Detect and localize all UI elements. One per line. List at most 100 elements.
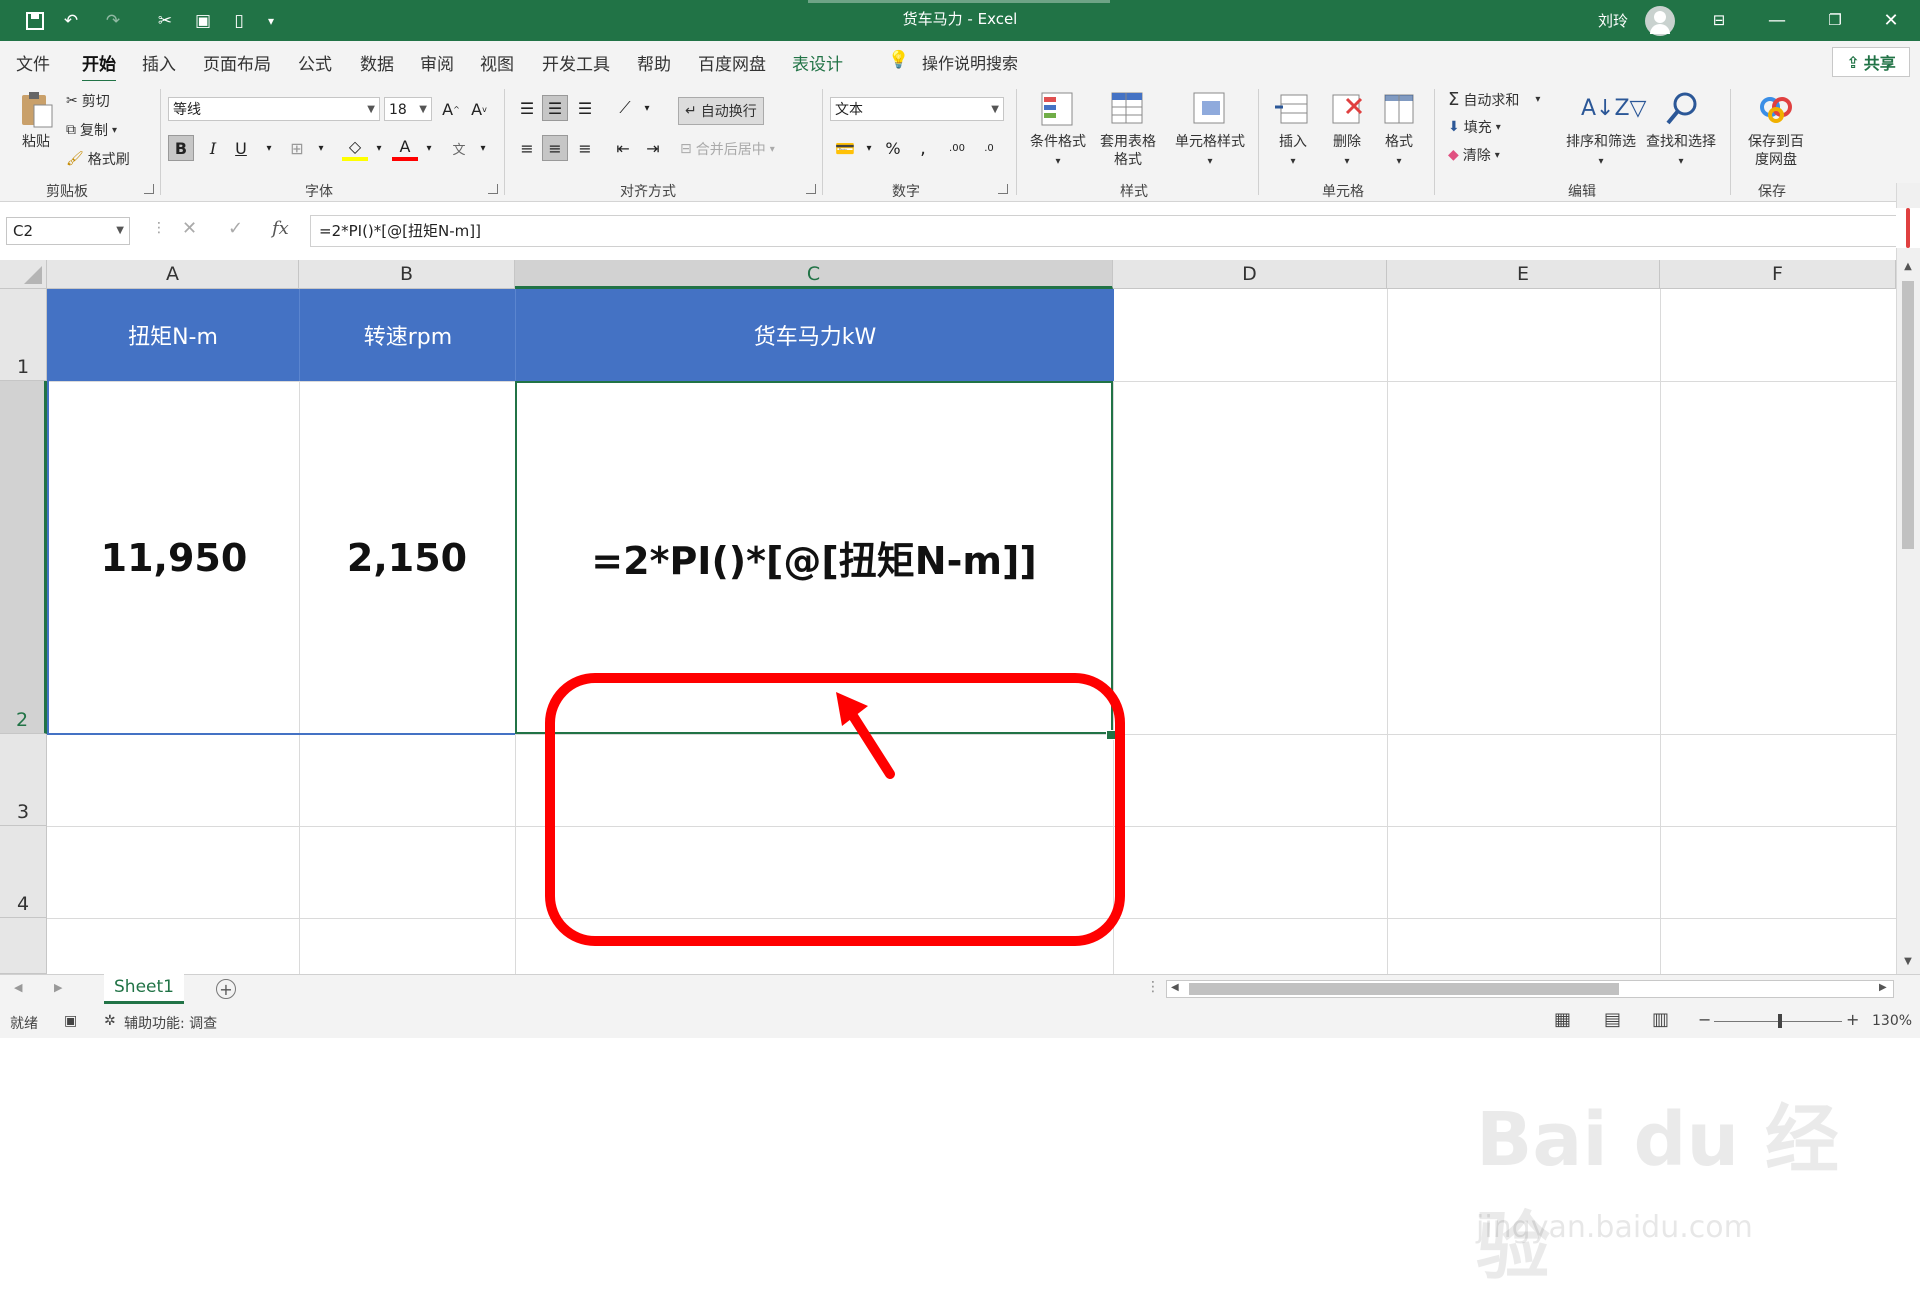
close-icon[interactable]: ✕ [1866,6,1916,34]
increase-font-icon[interactable]: A ^ [438,96,464,122]
currency-icon[interactable]: 💳 [832,135,858,161]
save-to-baidu-button[interactable]: 保存到百度网盘 [1740,89,1812,169]
align-middle-icon[interactable]: ☰ [542,95,568,121]
underline-dropdown-icon[interactable]: ▾ [256,135,282,161]
tell-me-search[interactable]: 操作说明搜索 [922,50,1018,74]
increase-decimal-icon[interactable]: .00 [944,135,970,161]
font-name-select[interactable]: 等线 ▼ [168,97,380,121]
align-bottom-icon[interactable]: ☰ [572,95,598,121]
row-header-4[interactable]: 4 [0,826,47,918]
currency-dropdown-icon[interactable]: ▾ [856,135,882,161]
tab-view[interactable]: 视图 [480,50,514,75]
column-header-d[interactable]: D [1113,260,1387,289]
zoom-slider-thumb[interactable] [1778,1014,1782,1028]
split-grip-icon[interactable]: ⋮ [1146,979,1160,995]
column-header-c[interactable]: C [515,260,1113,289]
clipboard-launcher[interactable] [144,184,154,194]
font-launcher[interactable] [488,184,498,194]
format-as-table-button[interactable]: 套用表格格式 [1090,89,1166,169]
sort-filter-button[interactable]: A↓Z▽ 排序和筛选 ▾ [1562,89,1646,171]
share-button[interactable]: ⇪ 共享 [1832,47,1910,77]
table-header-cell[interactable]: 货车马力kW [515,289,1114,381]
add-sheet-icon[interactable]: + [216,979,236,999]
worksheet-grid[interactable]: A B C D E F 1 2 3 4 扭矩N-m 转速rpm 货车马力kW 1… [0,260,1896,1290]
cut-button[interactable]: ✂ 剪切 [66,91,110,111]
table-cell[interactable]: 2,150 [299,381,515,734]
delete-cells-button[interactable]: 删除 ▾ [1322,89,1372,171]
accessibility-status[interactable]: 辅助功能: 调查 [124,1013,217,1033]
tab-insert[interactable]: 插入 [142,50,176,75]
comma-style-icon[interactable]: , [910,135,936,161]
row-header-2[interactable]: 2 [0,381,47,734]
decrease-indent-icon[interactable]: ⇤ [610,135,636,161]
fill-button[interactable]: ⬇ 填充 ▾ [1448,117,1501,137]
decrease-decimal-icon[interactable]: .0 [976,135,1002,161]
underline-button[interactable]: U [228,135,254,161]
font-size-select[interactable]: 18 ▼ [384,97,432,121]
number-launcher[interactable] [998,184,1008,194]
scroll-down-icon[interactable]: ▼ [1901,956,1915,972]
increase-indent-icon[interactable]: ⇥ [640,135,666,161]
zoom-out-icon[interactable]: − [1698,1010,1711,1029]
orientation-dropdown-icon[interactable]: ▾ [634,95,660,121]
horizontal-scrollbar[interactable]: ◀ ▶ [1166,980,1894,998]
name-box[interactable]: C2 ▼ [6,217,130,245]
normal-view-icon[interactable]: ▦ [1554,1009,1571,1030]
cell-styles-button[interactable]: 单元格样式 ▾ [1168,89,1252,171]
bold-button[interactable]: B [168,135,194,161]
scroll-up-icon[interactable]: ▲ [1901,261,1915,277]
row-header-1[interactable]: 1 [0,289,47,381]
merge-center-button[interactable]: ⊟ 合并后居中 ▾ [680,139,775,159]
clear-button[interactable]: ◆ 清除 ▾ [1448,145,1500,165]
autosum-button[interactable]: Σ 自动求和 ▾ [1448,89,1540,110]
vertical-scroll-thumb[interactable] [1902,281,1914,549]
tab-data[interactable]: 数据 [360,50,394,75]
avatar[interactable] [1645,6,1675,36]
select-all-button[interactable] [0,260,47,289]
restore-icon[interactable]: ❐ [1810,6,1860,34]
phonetic-dropdown-icon[interactable]: ▾ [470,135,496,161]
insert-function-button[interactable]: fx [272,218,289,239]
tab-developer[interactable]: 开发工具 [542,50,610,75]
sheet-tab[interactable]: Sheet1 [104,974,184,1004]
tab-help[interactable]: 帮助 [637,50,671,75]
cancel-icon[interactable]: ✕ [182,218,197,239]
accessibility-icon[interactable]: ✲ [104,1013,116,1029]
copy-button[interactable]: ⧉ 复制 ▾ [66,120,117,140]
percent-button[interactable]: % [880,135,906,161]
scroll-left-icon[interactable]: ◀ [1171,982,1179,993]
next-sheet-icon[interactable]: ▶ [54,981,62,994]
formula-input[interactable]: =2*PI()*[@[扭矩N-m]] [310,215,1906,247]
minimize-icon[interactable]: — [1752,6,1802,34]
page-break-view-icon[interactable]: ▥ [1652,1009,1669,1030]
italic-button[interactable]: I [200,135,226,161]
fill-color-icon[interactable]: ◇ [342,135,368,161]
font-color-icon[interactable]: A [392,135,418,161]
table-cell[interactable]: 11,950 [47,381,299,734]
tab-formulas[interactable]: 公式 [298,50,332,75]
column-header-e[interactable]: E [1387,260,1660,289]
number-format-select[interactable]: 文本 ▼ [830,97,1004,121]
prev-sheet-icon[interactable]: ◀ [14,981,22,994]
find-select-button[interactable]: 查找和选择 ▾ [1642,89,1720,171]
ribbon-display-icon[interactable]: ⊟ [1694,6,1744,34]
zoom-in-icon[interactable]: + [1846,1010,1859,1029]
decrease-font-icon[interactable]: Av [466,96,492,122]
horizontal-scroll-thumb[interactable] [1189,983,1619,995]
font-color-dropdown-icon[interactable]: ▾ [416,135,442,161]
enter-check-icon[interactable]: ✓ [228,218,243,239]
scroll-right-icon[interactable]: ▶ [1879,982,1887,993]
row-header-5[interactable] [0,918,47,974]
borders-icon[interactable]: ⊞ [284,135,310,161]
zoom-level[interactable]: 130% [1872,1013,1912,1029]
vertical-scrollbar[interactable]: ▲ ▼ [1896,183,1920,974]
align-top-icon[interactable]: ☰ [514,95,540,121]
tab-page-layout[interactable]: 页面布局 [203,50,271,75]
phonetic-icon[interactable]: 文 [446,135,472,161]
fill-color-dropdown-icon[interactable]: ▾ [366,135,392,161]
alignment-launcher[interactable] [806,184,816,194]
paste-button[interactable]: 粘贴 [14,89,58,151]
tab-baidu-netdisk[interactable]: 百度网盘 [698,50,766,75]
borders-dropdown-icon[interactable]: ▾ [308,135,334,161]
format-cells-button[interactable]: 格式 ▾ [1374,89,1424,171]
